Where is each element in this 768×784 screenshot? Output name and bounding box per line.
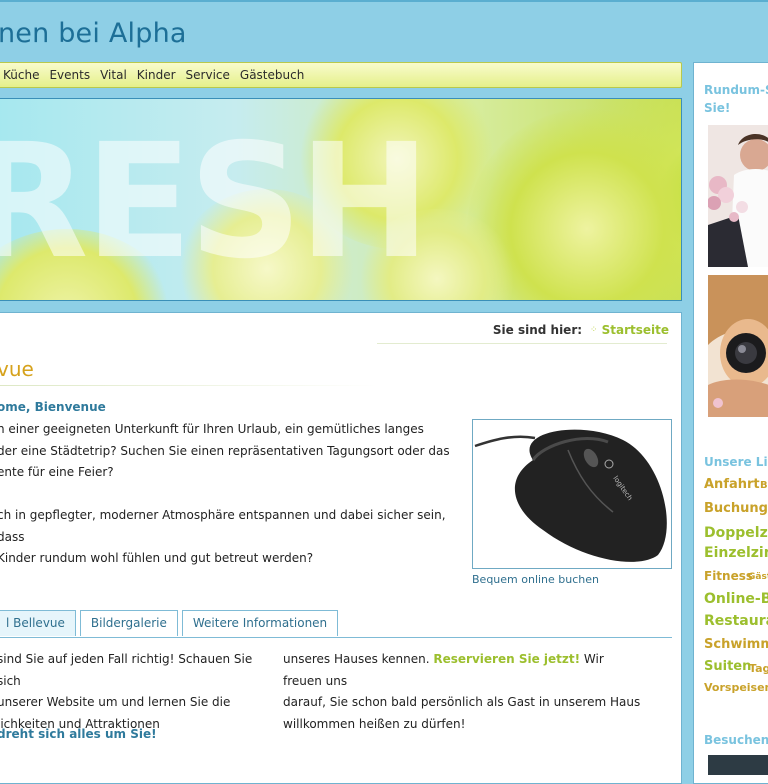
closing-text: dreht sich alles um Sie!: [0, 727, 157, 741]
photographer-illustration: [708, 275, 768, 417]
tag-fitness[interactable]: Fitness: [704, 569, 753, 583]
mouse-illustration: logitech: [474, 429, 667, 562]
tag-tagung[interactable]: Tagu: [749, 662, 768, 675]
intro-line: der eine Städtetrip? Suchen Sie einen re…: [0, 443, 450, 458]
breadcrumb-link-startseite[interactable]: Startseite: [602, 323, 669, 337]
sidebar-heading-line: Rundum-Se: [704, 83, 768, 97]
sidebar-heading-links: Unsere Lin: [704, 455, 768, 469]
tab-divider: [0, 637, 672, 638]
tag-gaeste[interactable]: Gäste: [748, 572, 768, 582]
top-border: [0, 0, 768, 2]
tab-bar: l Bellevue Bildergalerie Weitere Informa…: [0, 610, 342, 637]
nav-item-vital[interactable]: Vital: [100, 68, 127, 82]
page-subtitle: ome, Bienvenue: [0, 400, 106, 414]
intro-line: [0, 484, 452, 506]
tag-anfahrt[interactable]: Anfahrt: [704, 477, 760, 492]
breadcrumb-divider: [377, 343, 667, 344]
tag-suiten[interactable]: Suiten: [704, 659, 751, 674]
sidebar: Rundum-Se Sie! Unsere Lin Anfahrt Ba: [693, 62, 768, 784]
tag-einzelzimmer[interactable]: Einzelzimn: [704, 545, 768, 561]
intro-line: ch in gepflegter, moderner Atmosphäre en…: [0, 508, 446, 544]
breadcrumb-bullet-icon: ⁘: [590, 325, 598, 335]
breadcrumb-label: Sie sind hier:: [492, 323, 583, 337]
intro-line: Kinder rundum wohl fühlen und gut betreu…: [0, 551, 314, 565]
tab-content-right: unseres Hauses kennen. Reservieren Sie j…: [283, 649, 643, 735]
tag-doppelzimmer[interactable]: Doppelzin: [704, 525, 768, 541]
intro-line: n einer geeigneten Unterkunft für Ihren …: [0, 422, 424, 436]
nav-item-gaestebuch[interactable]: Gästebuch: [240, 68, 304, 82]
intro-line: ente für eine Feier?: [0, 465, 114, 479]
wedding-illustration: [708, 125, 768, 267]
tab-text-line: willkommen heißen zu dürfen!: [283, 716, 466, 731]
nav-item-kueche[interactable]: Küche: [3, 68, 39, 82]
photographer-photo[interactable]: [708, 275, 768, 417]
tag-buchung[interactable]: Buchung O: [704, 501, 768, 516]
tab-bildergalerie[interactable]: Bildergalerie: [79, 610, 178, 636]
main-navigation: Küche Events Vital Kinder Service Gästeb…: [0, 62, 682, 88]
banner-word: RESH: [0, 110, 431, 294]
reserve-link[interactable]: Reservieren Sie jetzt!: [433, 652, 580, 666]
sidebar-bottom-image[interactable]: [708, 755, 768, 775]
sidebar-heading-rundum: Rundum-Se Sie!: [704, 81, 768, 117]
nav-item-service[interactable]: Service: [186, 68, 230, 82]
tag-ba[interactable]: Ba: [760, 480, 768, 491]
breadcrumb: Sie sind hier: ⁘ Startseite: [493, 323, 669, 337]
mouse-image[interactable]: logitech: [472, 419, 672, 569]
tag-online-buchung[interactable]: Online-Bu: [704, 591, 768, 607]
header-banner: RESH: [0, 98, 682, 301]
image-caption[interactable]: Bequem online buchen: [472, 573, 599, 586]
tab-text-line: unserer Website um und lernen Sie die: [0, 695, 231, 709]
site-title[interactable]: nen bei Alpha: [0, 18, 187, 49]
wedding-photo[interactable]: [708, 125, 768, 267]
tag-restaurant[interactable]: Restaura: [704, 613, 768, 629]
page-title: vue: [0, 357, 34, 381]
tab-weitere-informationen[interactable]: Weitere Informationen: [181, 610, 339, 636]
tab-text-pre: unseres Hauses kennen.: [283, 652, 434, 666]
tab-content-left: sind Sie auf jeden Fall richtig! Schauen…: [0, 649, 267, 735]
nav-item-events[interactable]: Events: [49, 68, 90, 82]
tag-vorspeisen[interactable]: Vorspeisen: [704, 681, 768, 694]
sidebar-heading-besuchen: Besuchen S: [704, 733, 768, 747]
nav-item-kinder[interactable]: Kinder: [137, 68, 176, 82]
tag-schwimmbad[interactable]: Schwimmb: [704, 637, 768, 652]
tab-text-line: darauf, Sie schon bald persönlich als Ga…: [283, 695, 641, 709]
tab-text-line: sind Sie auf jeden Fall richtig! Schauen…: [0, 652, 253, 688]
sidebar-heading-line: Sie!: [704, 101, 731, 115]
title-divider: [0, 385, 377, 386]
tab-text-line: unseres Hauses kennen. Reservieren Sie j…: [283, 649, 643, 692]
tab-bellevue[interactable]: l Bellevue: [0, 610, 76, 636]
intro-text: n einer geeigneten Unterkunft für Ihren …: [0, 419, 452, 570]
main-content: Sie sind hier: ⁘ Startseite vue ome, Bie…: [0, 312, 682, 784]
